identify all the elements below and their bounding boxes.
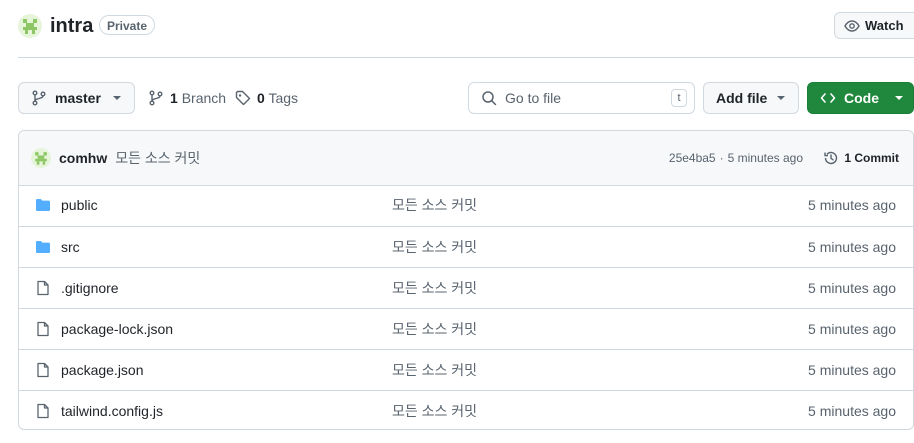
folder-icon bbox=[35, 197, 51, 216]
table-row[interactable]: .gitignore 모든 소스 커밋 5 minutes ago bbox=[19, 267, 913, 308]
file-commit-message[interactable]: 모든 소스 커밋 bbox=[392, 350, 477, 390]
file-table: comhw 모든 소스 커밋 25e4ba5 · 5 minutes ago 1… bbox=[18, 130, 914, 430]
history-icon bbox=[824, 151, 838, 165]
file-name[interactable]: .gitignore bbox=[61, 268, 119, 308]
chevron-down-icon bbox=[777, 96, 785, 100]
code-icon bbox=[820, 93, 836, 103]
file-commit-time: 5 minutes ago bbox=[808, 197, 896, 213]
file-name[interactable]: package.json bbox=[61, 350, 144, 390]
latest-commit-bar: comhw 모든 소스 커밋 25e4ba5 · 5 minutes ago 1… bbox=[19, 131, 913, 186]
file-icon bbox=[35, 280, 51, 299]
separator: · bbox=[719, 151, 724, 165]
tag-count: 0 bbox=[257, 90, 265, 106]
search-icon bbox=[482, 91, 497, 106]
file-commit-time: 5 minutes ago bbox=[808, 280, 896, 296]
commit-count: 1 Commit bbox=[844, 151, 899, 165]
code-button[interactable]: Code bbox=[807, 82, 914, 114]
file-commit-time: 5 minutes ago bbox=[808, 321, 896, 337]
table-row[interactable]: package-lock.json 모든 소스 커밋 5 minutes ago bbox=[19, 308, 913, 349]
file-commit-message[interactable]: 모든 소스 커밋 bbox=[392, 227, 477, 267]
file-commit-message[interactable]: 모든 소스 커밋 bbox=[392, 185, 477, 225]
shortcut-hint: t bbox=[671, 89, 687, 107]
commit-message[interactable]: 모든 소스 커밋 bbox=[115, 148, 200, 168]
code-label: Code bbox=[844, 90, 879, 106]
file-name[interactable]: public bbox=[61, 185, 98, 225]
branch-count: 1 bbox=[170, 90, 178, 106]
branch-select-button[interactable]: master bbox=[18, 82, 135, 114]
folder-icon bbox=[35, 239, 51, 258]
tag-icon bbox=[235, 90, 251, 106]
go-to-file-input[interactable]: Go to file t bbox=[468, 82, 695, 114]
branch-name: master bbox=[55, 90, 101, 106]
visibility-badge: Private bbox=[99, 15, 156, 35]
git-branch-icon bbox=[32, 90, 46, 106]
tag-label: Tags bbox=[268, 90, 299, 106]
add-file-button[interactable]: Add file bbox=[703, 82, 799, 114]
file-icon bbox=[35, 362, 51, 381]
chevron-down-icon bbox=[113, 96, 121, 100]
file-name[interactable]: src bbox=[61, 227, 80, 267]
search-placeholder: Go to file bbox=[505, 90, 562, 106]
table-row[interactable]: package.json 모든 소스 커밋 5 minutes ago bbox=[19, 349, 913, 390]
file-commit-time: 5 minutes ago bbox=[808, 239, 896, 255]
file-commit-message[interactable]: 모든 소스 커밋 bbox=[392, 391, 477, 429]
file-commit-message[interactable]: 모든 소스 커밋 bbox=[392, 268, 477, 308]
branches-link[interactable]: 1 Branch bbox=[148, 82, 226, 114]
branch-label: Branch bbox=[181, 90, 227, 106]
add-file-label: Add file bbox=[716, 90, 768, 106]
file-icon bbox=[35, 321, 51, 340]
avatar[interactable] bbox=[31, 148, 51, 168]
tags-link[interactable]: 0 Tags bbox=[235, 82, 298, 114]
table-row[interactable]: public 모든 소스 커밋 5 minutes ago bbox=[19, 185, 913, 226]
header-divider bbox=[18, 57, 914, 58]
commit-meta: 25e4ba5 · 5 minutes ago bbox=[669, 131, 803, 185]
file-name[interactable]: package-lock.json bbox=[61, 309, 173, 349]
file-commit-message[interactable]: 모든 소스 커밋 bbox=[392, 309, 477, 349]
file-commit-time: 5 minutes ago bbox=[808, 362, 896, 378]
file-commit-time: 5 minutes ago bbox=[808, 403, 896, 419]
file-icon bbox=[35, 403, 51, 422]
file-name[interactable]: tailwind.config.js bbox=[61, 391, 163, 429]
repo-avatar-icon bbox=[18, 14, 42, 38]
chevron-down-icon bbox=[895, 96, 903, 100]
commit-count-link[interactable]: 1 Commit bbox=[823, 131, 899, 185]
eye-icon bbox=[844, 19, 860, 32]
repo-name[interactable]: intra bbox=[50, 14, 93, 38]
commit-sha[interactable]: 25e4ba5 bbox=[669, 151, 716, 165]
git-branch-icon bbox=[149, 90, 163, 106]
commit-time: 5 minutes ago bbox=[727, 151, 803, 165]
table-row[interactable]: src 모든 소스 커밋 5 minutes ago bbox=[19, 226, 913, 267]
watch-button[interactable]: Watch bbox=[834, 12, 914, 39]
table-row[interactable]: tailwind.config.js 모든 소스 커밋 5 minutes ago bbox=[19, 390, 913, 429]
commit-author[interactable]: comhw bbox=[59, 150, 107, 166]
watch-label: Watch bbox=[865, 18, 904, 33]
